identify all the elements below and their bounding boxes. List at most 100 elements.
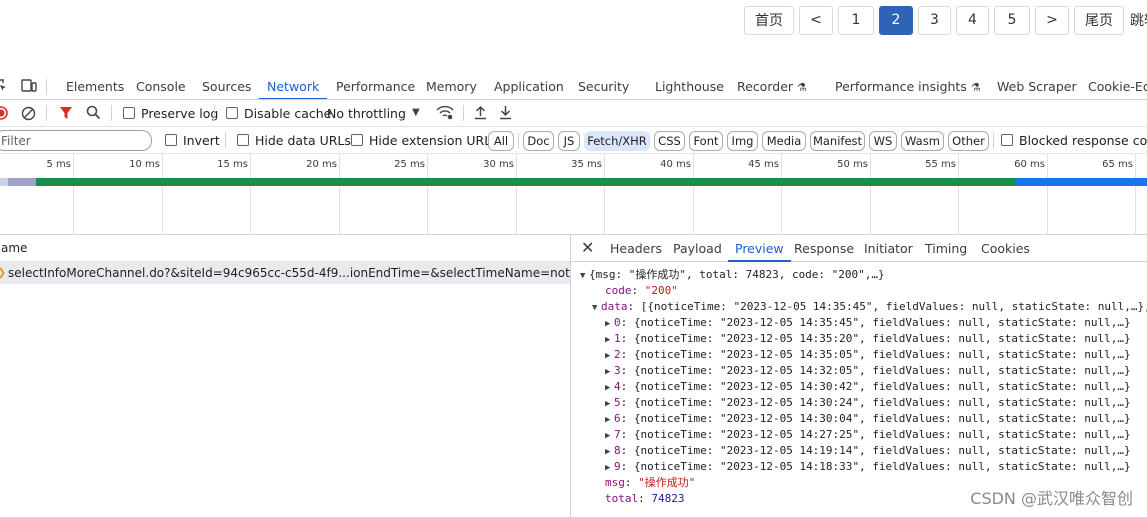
tab-preview[interactable]: Preview [728,235,791,262]
json-array-item[interactable]: ▶ 5: {noticeTime: "2023-12-05 14:30:24", … [571,395,1147,411]
filter-input[interactable]: Filter [0,130,152,151]
tab-cookies[interactable]: Cookies [981,235,1030,262]
type-filter-fetch-xhr[interactable]: Fetch/XHR [584,131,650,151]
json-root-node[interactable]: ▼ {msg: "操作成功", total: 74823, code: "200"… [571,267,1147,283]
collapsed-triangle-icon[interactable]: ▶ [605,428,614,443]
network-conditions-icon[interactable] [436,105,454,123]
json-item-tail: fieldValues: null, staticState: null,…} [872,332,1131,345]
notice-time: 2023-12-05 14:35:45 [726,316,853,329]
timeline-tick-label: 65 ms [1102,159,1133,170]
json-index: 3 [614,364,621,377]
type-filter-js[interactable]: JS [558,131,580,151]
preserve-log-checkbox[interactable] [123,107,135,119]
tab-performance-insights[interactable]: Performance insights ⚗ [835,73,981,99]
hide-data-urls-checkbox[interactable] [237,134,249,146]
jump-label[interactable]: 跳转 [1130,10,1147,30]
import-har-icon[interactable] [474,105,487,123]
tab-console[interactable]: Console [136,73,186,99]
tab-performance[interactable]: Performance [336,73,415,99]
invert-label: Invert [183,133,220,148]
prev-page-button[interactable]: < [799,5,833,35]
tab-headers[interactable]: Headers [610,235,662,262]
collapsed-triangle-icon[interactable]: ▶ [605,412,614,427]
type-filter-wasm[interactable]: Wasm [901,131,944,151]
filter-icon[interactable] [59,106,73,123]
chevron-down-icon[interactable]: ▼ [412,107,420,118]
page-button-5[interactable]: 5 [994,5,1030,35]
page-button-4[interactable]: 4 [956,5,989,35]
json-array-item[interactable]: ▶ 7: {noticeTime: "2023-12-05 14:27:25", … [571,427,1147,443]
type-filter-font[interactable]: Font [689,131,723,151]
tab-cookie-editor[interactable]: Cookie-Editor [1088,73,1147,99]
page-button-2[interactable]: 2 [879,5,913,35]
device-toolbar-icon[interactable] [21,79,37,96]
disable-cache-label: Disable cache [244,106,332,121]
export-har-icon[interactable] [499,105,512,123]
first-page-button[interactable]: 首页 [744,5,794,35]
collapsed-triangle-icon[interactable]: ▶ [605,316,614,331]
collapsed-triangle-icon[interactable]: ▶ [605,396,614,411]
collapsed-triangle-icon[interactable]: ▶ [605,444,614,459]
request-list-header[interactable]: Name [0,235,570,262]
collapsed-triangle-icon[interactable]: ▶ [605,348,614,363]
clear-icon[interactable] [21,106,36,124]
type-filter-other[interactable]: Other [948,131,989,151]
throttling-select[interactable]: No throttling [327,106,406,121]
tab-memory[interactable]: Memory [426,73,477,99]
network-timeline-overview[interactable]: 5 ms 10 ms 15 ms 20 ms 25 ms 30 ms 35 ms… [0,154,1147,235]
json-array-item[interactable]: ▶ 4: {noticeTime: "2023-12-05 14:30:42", … [571,379,1147,395]
json-array-item[interactable]: ▶ 3: {noticeTime: "2023-12-05 14:32:05", … [571,363,1147,379]
page-button-3[interactable]: 3 [918,5,951,35]
type-filter-manifest[interactable]: Manifest [810,131,865,151]
tab-lighthouse[interactable]: Lighthouse [655,73,724,99]
tab-recorder[interactable]: Recorder ⚗ [737,73,807,99]
next-page-button[interactable]: > [1035,5,1069,35]
inspect-element-icon[interactable] [0,79,8,96]
search-icon[interactable] [86,105,101,123]
collapsed-triangle-icon[interactable]: ▶ [605,460,614,475]
tab-web-scraper[interactable]: Web Scraper [997,73,1077,99]
tab-payload[interactable]: Payload [673,235,722,262]
tab-timing[interactable]: Timing [925,235,967,262]
type-filter-media[interactable]: Media [762,131,806,151]
notice-time: 2023-12-05 14:30:04 [726,412,853,425]
json-array-item[interactable]: ▶ 9: {noticeTime: "2023-12-05 14:18:33", … [571,459,1147,475]
close-icon[interactable]: ✕ [581,238,594,257]
request-row[interactable]: ❯ selectInfoMoreChannel.do?&siteId=94c96… [0,262,570,284]
last-page-button[interactable]: 尾页 [1074,5,1124,35]
type-filter-img[interactable]: Img [727,131,758,151]
invert-checkbox[interactable] [165,134,177,146]
json-data-node[interactable]: ▼ data: [{noticeTime: "2023-12-05 14:35:4… [571,299,1147,315]
hide-extension-urls-checkbox[interactable] [351,134,363,146]
type-filter-doc[interactable]: Doc [523,131,554,151]
type-filter-ws[interactable]: WS [869,131,897,151]
blocked-response-cookies-checkbox[interactable] [1001,134,1013,146]
timeline-tick-label: 35 ms [571,159,602,170]
json-array-item[interactable]: ▶ 1: {noticeTime: "2023-12-05 14:35:20", … [571,331,1147,347]
timeline-tick-label: 45 ms [748,159,779,170]
tab-initiator[interactable]: Initiator [864,235,913,262]
notice-time: 2023-12-05 14:35:05 [726,348,853,361]
timeline-gridline [250,154,251,235]
collapsed-triangle-icon[interactable]: ▶ [605,380,614,395]
expanded-triangle-icon[interactable]: ▼ [580,268,589,283]
disable-cache-checkbox[interactable] [226,107,238,119]
expanded-triangle-icon[interactable]: ▼ [592,300,601,315]
tab-elements[interactable]: Elements [66,73,124,99]
type-filter-css[interactable]: CSS [654,131,685,151]
tab-sources[interactable]: Sources [202,73,251,99]
record-icon[interactable] [0,106,8,123]
json-array-item[interactable]: ▶ 8: {noticeTime: "2023-12-05 14:19:14", … [571,443,1147,459]
page-button-1[interactable]: 1 [838,5,874,35]
tab-security[interactable]: Security [578,73,629,99]
type-filter-all[interactable]: All [488,131,514,151]
tab-response[interactable]: Response [794,235,854,262]
json-array-item[interactable]: ▶ 2: {noticeTime: "2023-12-05 14:35:05", … [571,347,1147,363]
filter-placeholder: Filter [1,134,31,148]
tab-network[interactable]: Network [259,73,328,99]
json-array-item[interactable]: ▶ 6: {noticeTime: "2023-12-05 14:30:04", … [571,411,1147,427]
tab-application[interactable]: Application [494,73,564,99]
collapsed-triangle-icon[interactable]: ▶ [605,364,614,379]
json-array-item[interactable]: ▶ 0: {noticeTime: "2023-12-05 14:35:45", … [571,315,1147,331]
collapsed-triangle-icon[interactable]: ▶ [605,332,614,347]
